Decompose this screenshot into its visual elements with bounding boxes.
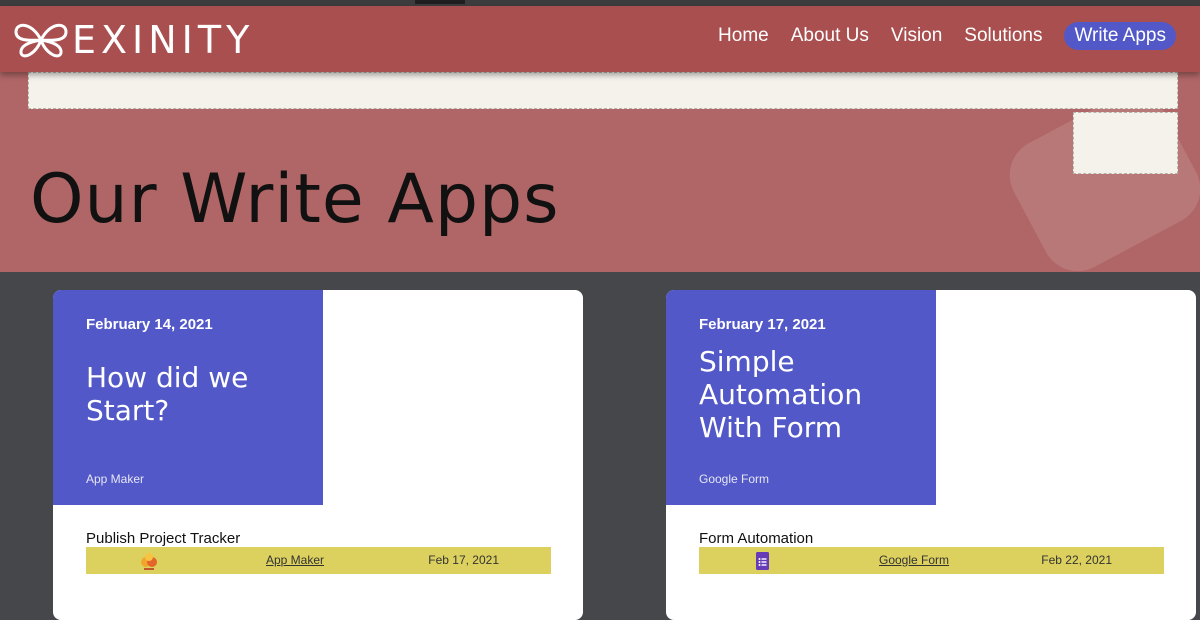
card-title[interactable]: Simple Automation With Form (699, 345, 929, 444)
card-subtitle: Form Automation (699, 530, 814, 547)
placeholder-image-box (1073, 112, 1178, 174)
card-date: February 14, 2021 (86, 316, 213, 333)
site-header: EXINITY Home About Us Vision Solutions W… (0, 6, 1200, 72)
card-updated-date: Feb 22, 2021 (1041, 553, 1112, 567)
card-header-panel: February 17, 2021 Simple Automation With… (666, 290, 936, 505)
card-date: February 17, 2021 (699, 316, 826, 333)
card-subtitle: Publish Project Tracker (86, 530, 241, 547)
card-updated-date: Feb 17, 2021 (428, 553, 499, 567)
post-card[interactable]: February 17, 2021 Simple Automation With… (666, 290, 1196, 620)
card-category: App Maker (86, 472, 145, 486)
hero-section: Our Write Apps (0, 72, 1200, 272)
nav-home[interactable]: Home (718, 25, 769, 47)
card-meta-bar: App Maker Feb 17, 2021 (86, 547, 551, 574)
logo-text: EXINITY (72, 18, 255, 62)
card-category: Google Form (699, 472, 770, 486)
nav-about-us[interactable]: About Us (791, 25, 869, 47)
decorative-rounded-shape (997, 80, 1200, 272)
logo[interactable]: EXINITY (12, 20, 254, 60)
top-strip-notch (415, 0, 465, 4)
card-meta-bar: Google Form Feb 22, 2021 (699, 547, 1164, 574)
card-category-link[interactable]: App Maker (266, 553, 324, 567)
nav-write-apps[interactable]: Write Apps (1064, 22, 1176, 50)
page-title: Our Write Apps (30, 160, 560, 239)
main-nav: Home About Us Vision Solutions Write App… (718, 22, 1176, 50)
app-maker-icon (139, 551, 159, 571)
card-header-panel: February 14, 2021 How did we Start? App … (53, 290, 323, 505)
google-form-icon (752, 551, 772, 571)
placeholder-banner-box (28, 72, 1178, 109)
card-title[interactable]: How did we Start? (86, 361, 316, 427)
butterfly-logo-icon (14, 23, 68, 58)
nav-vision[interactable]: Vision (891, 25, 942, 47)
card-category-link[interactable]: Google Form (879, 553, 949, 567)
nav-solutions[interactable]: Solutions (964, 25, 1042, 47)
post-card[interactable]: February 14, 2021 How did we Start? App … (53, 290, 583, 620)
